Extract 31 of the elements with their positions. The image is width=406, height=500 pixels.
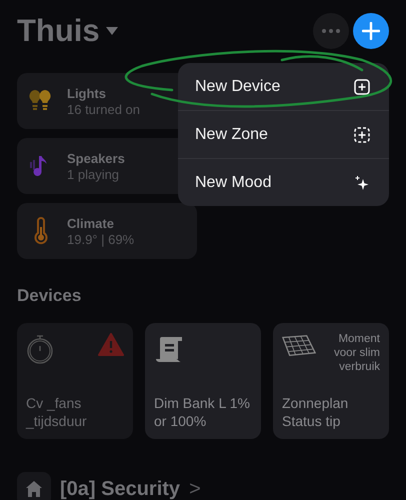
section-heading: Devices <box>17 286 82 306</box>
zone-title[interactable]: [0a] Security <box>60 478 180 500</box>
device-tile[interactable]: Cv _fans _tijdsduur <box>17 323 133 439</box>
home-icon <box>17 472 51 500</box>
category-name: Lights <box>67 86 107 100</box>
home-title[interactable]: Thuis <box>17 13 100 49</box>
device-name: Cv _fans _tijdsduur <box>26 395 88 430</box>
add-square-icon <box>354 78 370 94</box>
menu-item[interactable]: New Zone <box>178 111 389 159</box>
category-card[interactable]: Climate 19.9° | 69% <box>17 203 197 259</box>
category-name: Speakers <box>67 150 125 166</box>
dashed-add-square-icon <box>354 126 370 142</box>
dropdown-caret-icon[interactable] <box>106 27 118 35</box>
device-name: Zonneplan Status tip <box>282 395 350 430</box>
menu-item[interactable]: New Device <box>178 63 389 111</box>
category-status: 19.9° | 69% <box>67 232 134 246</box>
plus-icon <box>362 22 380 40</box>
category-name: Climate <box>67 216 115 230</box>
device-name: Dim Bank L 1% or 100% <box>154 395 251 430</box>
sparkle-icon <box>354 174 370 190</box>
category-status: 1 playing <box>67 166 120 182</box>
stopwatch-icon <box>26 333 54 365</box>
chevron[interactable]: > <box>189 478 201 500</box>
solar-panel-icon <box>282 333 316 359</box>
category-status: 16 turned on <box>67 102 140 116</box>
device-note: Moment voor slim verbruik <box>332 333 380 374</box>
add-button[interactable] <box>353 13 389 49</box>
menu-item[interactable]: New Mood <box>178 159 389 206</box>
more-icon <box>322 29 340 33</box>
device-tile[interactable]: Dim Bank L 1% or 100% <box>145 323 261 439</box>
device-tile[interactable]: Moment voor slim verbruik Zonneplan Status tip <box>273 323 389 439</box>
